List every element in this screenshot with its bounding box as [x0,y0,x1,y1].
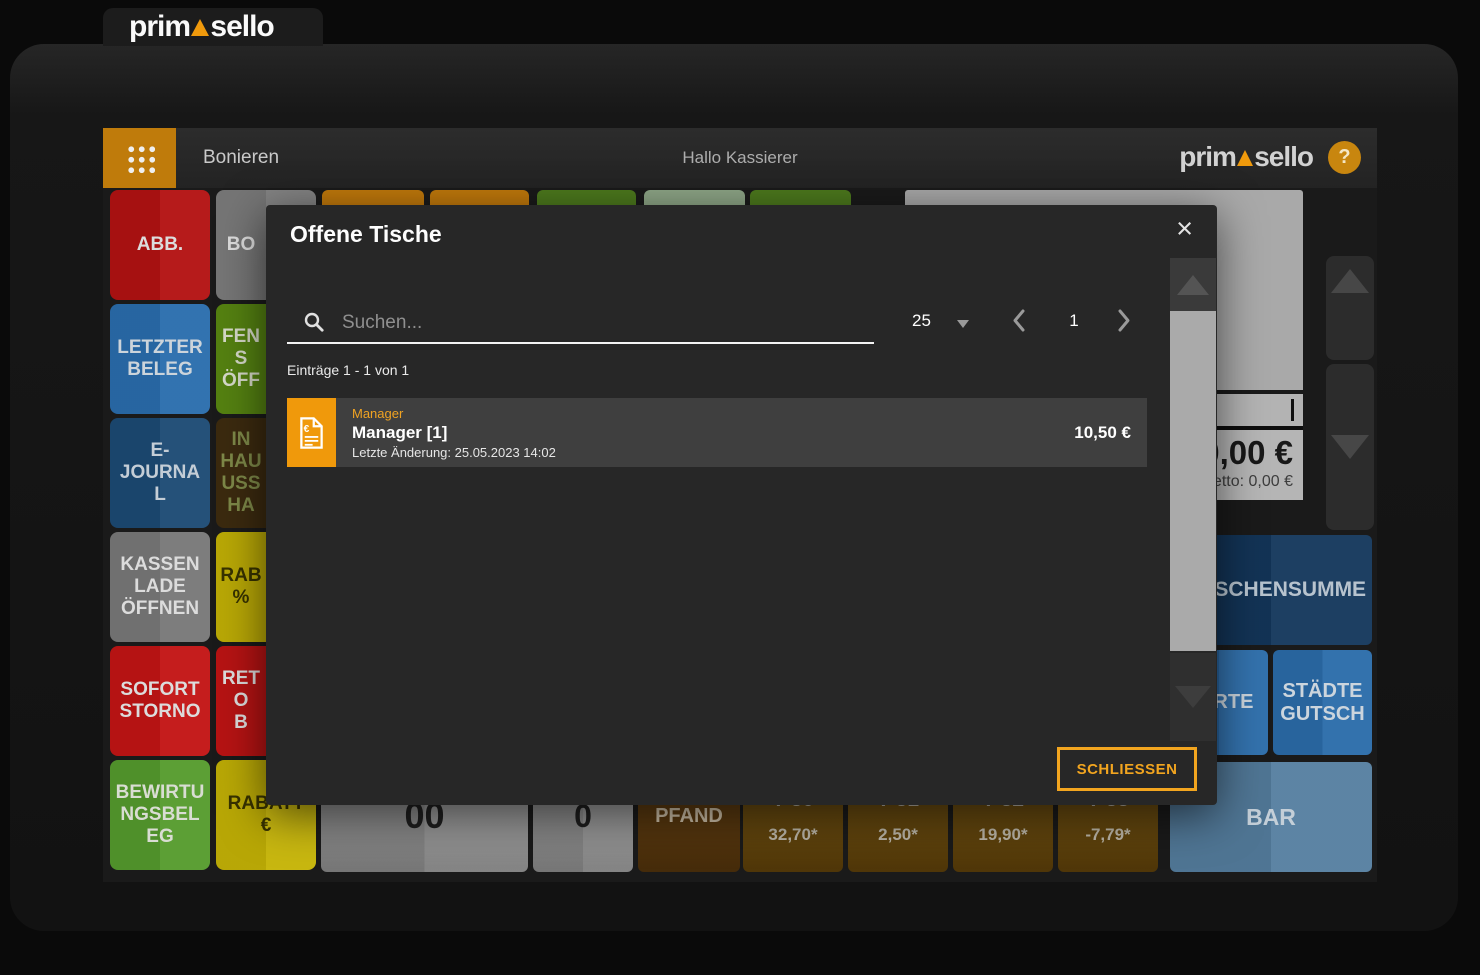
chevron-down-icon[interactable] [957,320,969,328]
button-label: BO [216,190,266,300]
previous-page-button[interactable] [1010,307,1027,339]
label-line: FENS [216,326,266,370]
button-label: E-JOURNAL [115,440,205,506]
label-line: B [234,712,248,734]
current-page-number: 1 [1062,311,1086,331]
receipt-euro-icon: € [287,398,336,467]
label-line: HAU [220,451,261,473]
label-line: HA [227,495,254,517]
button-label: LETZTER BELEG [115,337,205,381]
label-line: BO [227,234,256,256]
entries-summary: Einträge 1 - 1 von 1 [287,362,409,378]
header-brand-logo: prim sello [1179,141,1313,173]
logo-triangle-icon [1237,150,1253,166]
button-label: STÄDTE GUTSCH [1279,680,1366,726]
table-amount: 2,50* [878,825,918,845]
function-button-kassenlade-oeffnen[interactable]: KASSENLADE ÖFFNEN [110,532,210,642]
brand-logo-prefix: prim [1179,141,1236,173]
svg-text:€: € [304,423,310,434]
function-button-sofort-storno[interactable]: SOFORT STORNO [110,646,210,756]
table-amount: -7,79* [1085,825,1130,845]
button-label: FENSÖFF [216,304,266,414]
function-button-letzter-beleg[interactable]: LETZTER BELEG [110,304,210,414]
page-size-select[interactable]: 25 [912,311,931,331]
search-input[interactable] [340,307,804,339]
button-label: RAB% [216,532,266,642]
label-line: ÖFF [222,370,260,392]
button-label: SOFORT STORNO [115,679,205,723]
item-amount: 10,50 € [1074,423,1147,443]
modal-title: Offene Tische [290,221,442,248]
function-button-abbruch[interactable]: ABB. [110,190,210,300]
table-amount: 19,90* [978,825,1027,845]
table-amount: 32,70* [768,825,817,845]
button-label: KASSENLADE ÖFFNEN [115,554,205,620]
button-label: INHAUUSSHA [216,418,266,528]
menu-button[interactable] [103,128,176,188]
search-icon [303,311,325,338]
page-title: Bonieren [203,128,279,188]
triangle-up-icon [1177,275,1209,295]
triangle-down-icon [1175,686,1211,708]
button-label: BEWIRTUNGSBELEG [115,782,205,848]
app-header: Bonieren Hallo Kassierer prim sello ? [103,128,1377,188]
grid-menu-icon [125,143,155,173]
brand-logo: prim sello [1179,141,1313,173]
receipt-scroll-up-button[interactable] [1326,256,1374,360]
modal-scroll-down-button[interactable] [1170,653,1216,741]
schliessen-button[interactable]: SCHLIESSEN [1057,747,1197,791]
next-page-button[interactable] [1116,307,1133,339]
button-label: ABB. [115,234,205,256]
user-greeting: Hallo Kassierer [682,128,797,188]
modal-scrollbar-thumb[interactable] [1170,311,1216,651]
label-line: RETO [216,668,266,712]
modal-close-icon[interactable]: × [1176,215,1193,244]
label-line: RAB [220,565,261,587]
search-underline [287,342,874,344]
open-tables-modal: Offene Tische × 25 1 Einträge 1 - 1 von … [266,205,1217,805]
item-last-change: Letzte Änderung: 25.05.2023 14:02 [352,445,556,460]
text-cursor [1291,399,1294,421]
label-line: USS [221,473,260,495]
function-button-e-journal[interactable]: E-JOURNAL [110,418,210,528]
logo-triangle-icon [191,19,209,36]
function-button-bewirtungsbeleg[interactable]: BEWIRTUNGSBELEG [110,760,210,870]
brand-logo-suffix: sello [1254,141,1313,173]
label-line: € [221,815,311,837]
triangle-up-icon [1331,269,1369,293]
city-voucher-button[interactable]: STÄDTE GUTSCH [1273,650,1372,755]
modal-scroll-up-button[interactable] [1170,258,1216,311]
open-table-list-item[interactable]: € Manager Manager [1] Letzte Änderung: 2… [287,398,1147,467]
brand-logo-suffix: sello [210,10,273,44]
help-button[interactable]: ? [1328,141,1361,174]
brand-logo: prim sello [129,10,274,44]
brand-tab: prim sello [103,8,323,46]
receipt-scroll-down-button[interactable] [1326,364,1374,530]
item-category: Manager [352,406,556,421]
item-name: Manager [1] [352,423,556,443]
button-label: PFAND [655,805,723,828]
label-line: IN [232,429,251,451]
button-label: RETOB [216,646,266,756]
brand-logo-prefix: prim [129,10,190,44]
list-item-text: Manager Manager [1] Letzte Änderung: 25.… [336,398,556,467]
screen: primsello Bonieren Hallo Kassierer prims… [0,0,1480,975]
button-label: BAR [1246,804,1296,831]
label-line: % [233,587,250,609]
triangle-down-icon [1331,435,1369,459]
